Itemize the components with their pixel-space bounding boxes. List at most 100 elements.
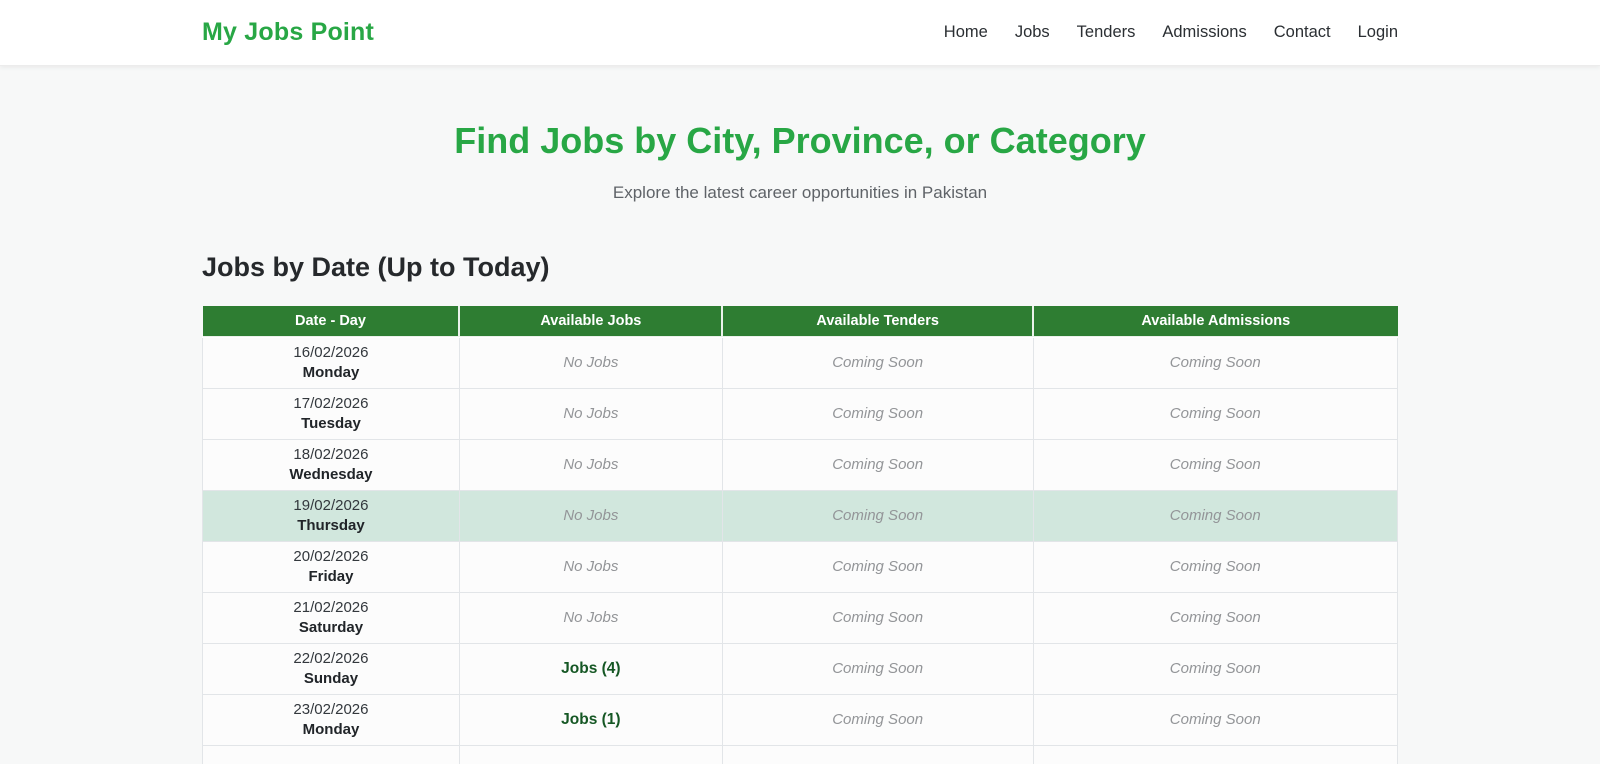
- section-title-jobs-by-date: Jobs by Date (Up to Today): [202, 252, 550, 282]
- available-tenders-cell: Coming Soon: [721, 388, 1034, 440]
- available-jobs-cell: No Jobs: [458, 541, 723, 593]
- date-day-cell: 23/02/2026 Monday: [202, 694, 460, 746]
- admissions-coming-soon-text: Coming Soon: [1169, 354, 1261, 371]
- jobs-count-link[interactable]: Jobs (4): [561, 660, 620, 677]
- jobs-count-link[interactable]: Jobs (1): [561, 711, 620, 728]
- available-jobs-cell: No Jobs: [458, 592, 723, 644]
- available-tenders-cell: Coming Soon: [721, 643, 1034, 695]
- day-text: Tuesday: [301, 415, 361, 432]
- admissions-coming-soon-text: Coming Soon: [1169, 711, 1261, 728]
- day-text: Monday: [302, 364, 360, 381]
- admissions-coming-soon-text: Coming Soon: [1169, 456, 1261, 473]
- table-row: 20/02/2026 Friday No Jobs Coming Soon Coming…: [202, 541, 1398, 593]
- available-tenders-cell: Coming Soon: [721, 541, 1034, 593]
- date-text: 20/02/2026: [293, 548, 369, 565]
- table-row: 16/02/2026 Monday No Jobs Coming Soon Coming…: [202, 336, 1398, 389]
- available-admissions-cell: Coming Soon: [1032, 388, 1398, 440]
- available-admissions-cell: Coming Soon: [1032, 336, 1398, 389]
- nav-item-jobs[interactable]: Jobs: [1015, 23, 1050, 42]
- day-text: Sunday: [303, 670, 359, 687]
- available-admissions-cell: Coming Soon: [1032, 643, 1398, 695]
- no-jobs-text: No Jobs: [563, 354, 619, 371]
- day-text: Saturday: [298, 619, 364, 636]
- table-row: 22/02/2026 Sunday Jobs (4) Coming Soon Comin…: [202, 643, 1398, 695]
- available-jobs-cell: Jobs (4): [458, 643, 723, 695]
- table-row: 17/02/2026 Tuesday No Jobs Coming Soon Comin…: [202, 388, 1398, 440]
- date-text: 23/02/2026: [293, 701, 369, 718]
- tenders-coming-soon-text: Coming Soon: [832, 558, 924, 575]
- main-content: Jobs by Date (Up to Today) Date - Day Av…: [202, 252, 1398, 764]
- empty-cell: [1032, 745, 1398, 764]
- tenders-coming-soon-text: Coming Soon: [832, 354, 924, 371]
- date-text: 19/02/2026: [293, 497, 369, 514]
- available-jobs-cell: No Jobs: [458, 439, 723, 491]
- nav-item-admissions[interactable]: Admissions: [1162, 23, 1246, 42]
- date-text: 21/02/2026: [293, 599, 369, 616]
- available-admissions-cell: Coming Soon: [1032, 592, 1398, 644]
- nav-item-login[interactable]: Login: [1358, 23, 1398, 42]
- available-admissions-cell: Coming Soon: [1032, 439, 1398, 491]
- available-tenders-cell: Coming Soon: [721, 694, 1034, 746]
- table-header: Date - Day Available Jobs Available Tend…: [202, 306, 1398, 338]
- no-jobs-text: No Jobs: [563, 456, 619, 473]
- date-text: 17/02/2026: [293, 395, 369, 412]
- no-jobs-text: No Jobs: [563, 609, 619, 626]
- available-tenders-cell: Coming Soon: [721, 336, 1034, 389]
- available-jobs-cell: No Jobs: [458, 336, 723, 389]
- day-text: Thursday: [297, 517, 365, 534]
- admissions-coming-soon-text: Coming Soon: [1169, 405, 1261, 422]
- date-day-cell: 20/02/2026 Friday: [202, 541, 460, 593]
- day-text: Wednesday: [289, 466, 373, 483]
- jobs-table-body: 16/02/2026 Monday No Jobs Coming Soon Coming…: [202, 336, 1398, 764]
- available-admissions-cell: Coming Soon: [1032, 490, 1398, 542]
- available-jobs-cell: Jobs (1): [458, 694, 723, 746]
- admissions-coming-soon-text: Coming Soon: [1169, 558, 1261, 575]
- empty-cell: [458, 745, 723, 764]
- no-jobs-text: No Jobs: [563, 507, 619, 524]
- table-row: 18/02/2026 Wednesday No Jobs Coming Soon Com…: [202, 439, 1398, 491]
- available-jobs-cell: No Jobs: [458, 490, 723, 542]
- jobs-by-date-table: Date - Day Available Jobs Available Tend…: [202, 306, 1398, 764]
- empty-cell: [202, 745, 460, 764]
- date-day-cell: 22/02/2026 Sunday: [202, 643, 460, 695]
- nav-item-tenders[interactable]: Tenders: [1077, 23, 1136, 42]
- tenders-coming-soon-text: Coming Soon: [832, 456, 924, 473]
- tenders-coming-soon-text: Coming Soon: [832, 405, 924, 422]
- tenders-coming-soon-text: Coming Soon: [832, 660, 924, 677]
- navbar-container: My Jobs Point Home Jobs Tenders Admissio…: [202, 0, 1398, 65]
- date-day-cell: 17/02/2026 Tuesday: [202, 388, 460, 440]
- available-tenders-cell: Coming Soon: [721, 490, 1034, 542]
- admissions-coming-soon-text: Coming Soon: [1169, 660, 1261, 677]
- date-day-cell: 19/02/2026 Thursday: [202, 490, 460, 542]
- main-nav: Home Jobs Tenders Admissions Contact Log…: [944, 23, 1398, 42]
- column-header-available-tenders: Available Tenders: [721, 306, 1033, 338]
- column-header-available-admissions: Available Admissions: [1032, 306, 1398, 338]
- nav-item-contact[interactable]: Contact: [1274, 23, 1331, 42]
- no-jobs-text: No Jobs: [563, 558, 619, 575]
- day-text: Monday: [302, 721, 360, 738]
- no-jobs-text: No Jobs: [563, 405, 619, 422]
- date-day-cell: 21/02/2026 Saturday: [202, 592, 460, 644]
- tenders-coming-soon-text: Coming Soon: [832, 507, 924, 524]
- admissions-coming-soon-text: Coming Soon: [1169, 507, 1261, 524]
- date-text: 18/02/2026: [293, 446, 369, 463]
- table-row-partial: [202, 745, 1398, 764]
- navbar: My Jobs Point Home Jobs Tenders Admissio…: [0, 0, 1600, 66]
- page-subtitle: Explore the latest career opportunities …: [612, 183, 988, 202]
- brand-logo[interactable]: My Jobs Point: [202, 18, 374, 47]
- nav-item-home[interactable]: Home: [944, 23, 988, 42]
- available-admissions-cell: Coming Soon: [1032, 694, 1398, 746]
- available-tenders-cell: Coming Soon: [721, 592, 1034, 644]
- date-day-cell: 18/02/2026 Wednesday: [202, 439, 460, 491]
- hero-section: Find Jobs by City, Province, or Category…: [0, 66, 1600, 203]
- admissions-coming-soon-text: Coming Soon: [1169, 609, 1261, 626]
- date-day-cell: 16/02/2026 Monday: [202, 336, 460, 389]
- table-row: 23/02/2026 Monday Jobs (1) Coming Soon Comin…: [202, 694, 1398, 746]
- available-jobs-cell: No Jobs: [458, 388, 723, 440]
- column-header-available-jobs: Available Jobs: [458, 306, 723, 338]
- table-row: 21/02/2026 Saturday No Jobs Coming Soon Comi…: [202, 592, 1398, 644]
- available-admissions-cell: Coming Soon: [1032, 541, 1398, 593]
- tenders-coming-soon-text: Coming Soon: [832, 609, 924, 626]
- empty-cell: [721, 745, 1034, 764]
- table-row: 19/02/2026 Thursday No Jobs Coming Soon Comi…: [202, 490, 1398, 542]
